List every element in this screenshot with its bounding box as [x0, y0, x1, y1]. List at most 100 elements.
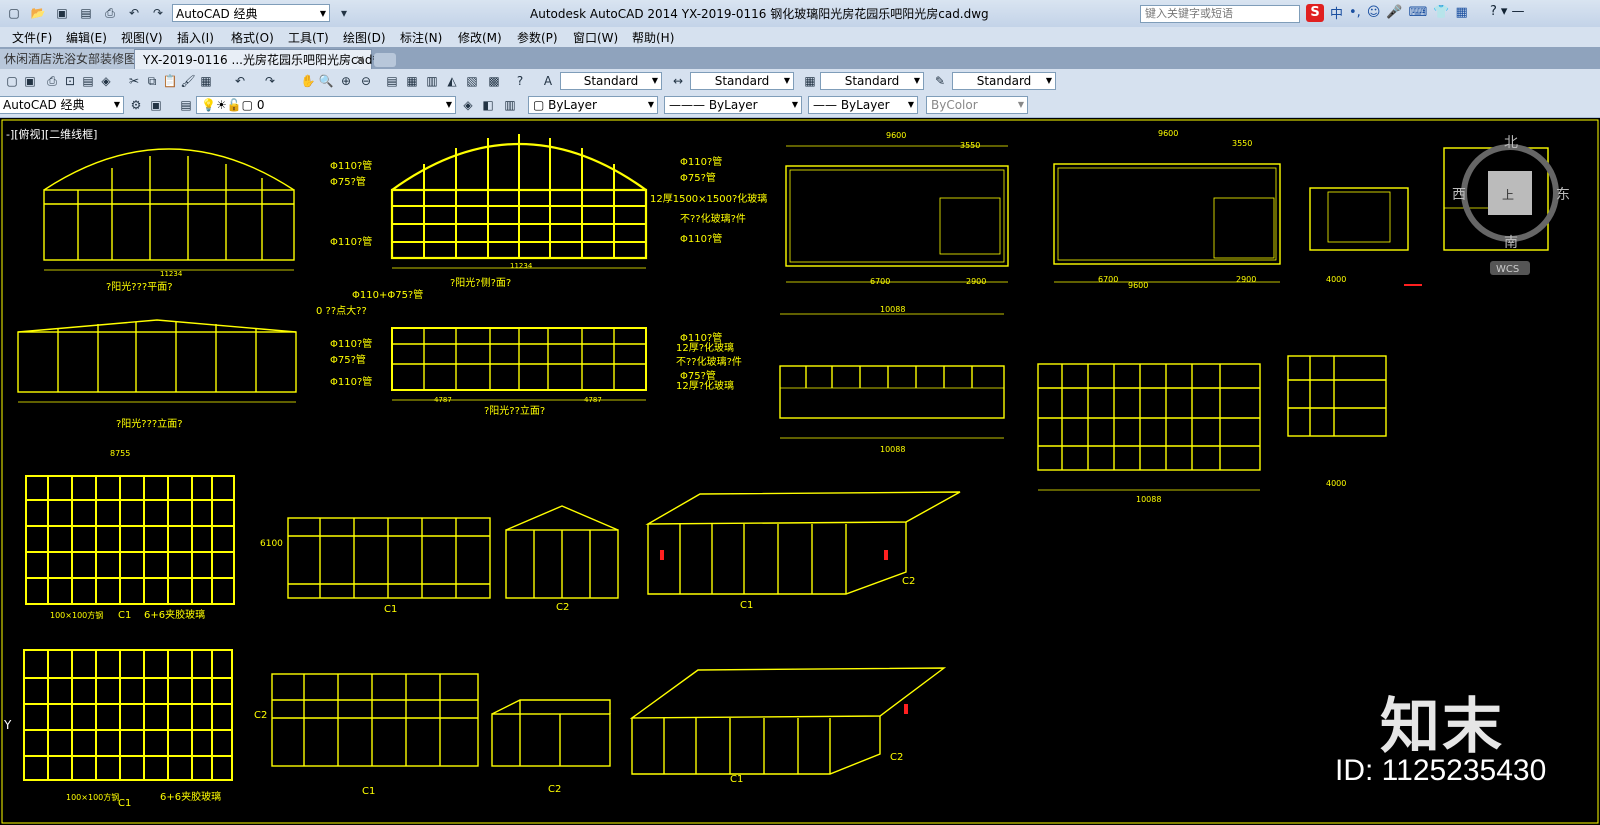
redo-icon[interactable]: ↷ [262, 73, 278, 89]
plot-preview-icon[interactable]: ⊡ [62, 73, 78, 89]
save-icon[interactable]: ▣ [22, 73, 38, 89]
text-style-dropdown[interactable]: Standard ▼ [560, 72, 662, 90]
drawing-canvas[interactable]: Φ110?管 Φ75?管 Φ110?管 Φ110?管 Φ75?管 12厚1500… [0, 118, 1600, 825]
close-icon[interactable]: ✕ [355, 50, 365, 70]
menu-help[interactable]: 帮助(H) [632, 29, 674, 46]
dim-style-dropdown[interactable]: Standard ▼ [690, 72, 794, 90]
tool-palettes-icon[interactable]: ▥ [424, 73, 440, 89]
paste-icon[interactable]: 📋 [162, 73, 178, 89]
table-style-icon: ▦ [804, 74, 816, 88]
tab-hotel-drawing[interactable]: 休闲酒店洗浴女部装修图 [0, 49, 136, 69]
skin-icon[interactable]: 👕 [1433, 5, 1449, 20]
menu-tools[interactable]: 工具(T) [288, 29, 329, 46]
print-icon[interactable]: ⎙ [44, 73, 60, 89]
dim-text: 9600 [1158, 129, 1178, 138]
title-text: 0 ??点大?? [316, 304, 367, 317]
design-center-icon[interactable]: ▦ [404, 73, 420, 89]
lineweight-dropdown[interactable]: —— ByLayer ▼ [808, 96, 918, 114]
menu-dimension[interactable]: 标注(N) [400, 29, 442, 46]
viewcube-top[interactable]: 上 [1502, 188, 1514, 202]
block-editor-icon[interactable]: ▦ [198, 73, 214, 89]
layer-previous-icon[interactable]: ◧ [480, 97, 496, 113]
note-text: 100×100方钢 [66, 792, 119, 802]
label-c2: C2 [254, 710, 267, 721]
workspace-dropdown[interactable]: AutoCAD 经典 ▼ [0, 96, 124, 114]
cut-icon[interactable]: ✂ [126, 73, 142, 89]
layer-properties-icon[interactable]: ▤ [178, 97, 194, 113]
minimize-icon[interactable]: — [1511, 4, 1524, 19]
make-current-layer-icon[interactable]: ◈ [460, 97, 476, 113]
red-mark [660, 550, 664, 560]
viewport-label[interactable]: -][俯视][二维线框] [6, 126, 97, 142]
new-icon[interactable]: ▢ [4, 3, 24, 23]
search-input[interactable]: 键入关键字或短语 [1140, 5, 1300, 23]
match-properties-icon[interactable]: 🖌 [180, 73, 196, 89]
multileader-style-icon: ✎ [934, 74, 946, 88]
zoom-realtime-icon[interactable]: 🔍 [318, 73, 334, 89]
menu-view[interactable]: 视图(V) [121, 29, 163, 46]
markup-icon[interactable]: ▧ [464, 73, 480, 89]
pan-icon[interactable]: ✋ [300, 73, 316, 89]
layer-value: 0 [256, 98, 265, 112]
publish-icon[interactable]: ▤ [80, 73, 96, 89]
workspace-dropdown[interactable]: AutoCAD 经典 ▼ [172, 4, 330, 22]
dim-text: 10088 [880, 305, 905, 314]
tools-icon[interactable]: ▦ [1456, 5, 1468, 20]
label-c2: C2 [556, 602, 569, 613]
dim-text: 6100 [260, 539, 283, 549]
table-style-dropdown[interactable]: Standard ▼ [820, 72, 924, 90]
help-dropdown-icon[interactable]: ▾ [1501, 4, 1508, 19]
new-tab-button[interactable] [374, 53, 396, 67]
layer-dropdown[interactable]: 💡☀🔓▢ 0 ▼ [196, 96, 456, 114]
sheet-set-icon[interactable]: ◭ [444, 73, 460, 89]
help-icon[interactable]: ? [1490, 4, 1497, 19]
workspace-settings-icon[interactable]: ⚙ [128, 97, 144, 113]
layer-state-icon[interactable]: ▥ [502, 97, 518, 113]
open-icon[interactable]: 📂 [28, 3, 48, 23]
help-icon[interactable]: ? [512, 73, 528, 89]
menu-format[interactable]: 格式(O) [231, 29, 274, 46]
sogou-icon[interactable]: S [1306, 3, 1324, 22]
undo-icon[interactable]: ↶ [232, 73, 248, 89]
emoji-icon[interactable]: ☺ [1367, 5, 1381, 20]
wcs-menu[interactable]: WCS [1496, 264, 1519, 275]
dim-text: 2900 [966, 277, 986, 286]
viewcube-west[interactable]: 西 [1452, 187, 1466, 203]
viewcube-south[interactable]: 南 [1504, 235, 1518, 251]
punctuation-icon[interactable]: •, [1349, 5, 1361, 20]
keyboard-icon[interactable]: ⌨ [1409, 5, 1428, 20]
workspace-lock-icon[interactable]: ▣ [148, 97, 164, 113]
redo-icon[interactable]: ↷ [148, 3, 168, 23]
zoom-previous-icon[interactable]: ⊖ [358, 73, 374, 89]
sunroom-front-c1-2 [271, 673, 479, 767]
print-icon[interactable]: ⎙ [100, 3, 120, 23]
menu-file[interactable]: 文件(F) [12, 29, 52, 46]
menu-parametric[interactable]: 参数(P) [517, 29, 558, 46]
color-dropdown[interactable]: ▢ ByLayer ▼ [528, 96, 658, 114]
menu-modify[interactable]: 修改(M) [458, 29, 502, 46]
undo-icon[interactable]: ↶ [124, 3, 144, 23]
customize-icon[interactable]: ▾ [334, 3, 354, 23]
quickcalc-icon[interactable]: ▩ [486, 73, 502, 89]
menu-edit[interactable]: 编辑(E) [66, 29, 107, 46]
zoom-window-icon[interactable]: ⊕ [338, 73, 354, 89]
menu-insert[interactable]: 插入(I) [177, 29, 214, 46]
menu-window[interactable]: 窗口(W) [573, 29, 618, 46]
plotstyle-dropdown[interactable]: ByColor ▼ [926, 96, 1028, 114]
viewcube-north[interactable]: 北 [1504, 135, 1518, 151]
menu-draw[interactable]: 绘图(D) [343, 29, 386, 46]
tab-sunroom-drawing[interactable]: YX-2019-0116 ...光房花园乐吧阳光房cad* ✕ [134, 49, 379, 70]
viewcube-east[interactable]: 东 [1556, 187, 1570, 203]
3d-print-icon[interactable]: ◈ [98, 73, 114, 89]
multileader-style-dropdown[interactable]: Standard ▼ [952, 72, 1056, 90]
linetype-dropdown[interactable]: ——— ByLayer ▼ [664, 96, 802, 114]
watermark-id: ID: 1125235430 [1335, 754, 1547, 787]
chinese-mode-icon[interactable]: 中 [1330, 3, 1343, 22]
viewcube[interactable]: 北 南 东 西 上 WCS [1450, 133, 1570, 283]
new-icon[interactable]: ▢ [4, 73, 20, 89]
copy-icon[interactable]: ⧉ [144, 73, 160, 89]
save-icon[interactable]: ▣ [52, 3, 72, 23]
properties-icon[interactable]: ▤ [384, 73, 400, 89]
saveas-icon[interactable]: ▤ [76, 3, 96, 23]
mic-icon[interactable]: 🎤 [1386, 5, 1402, 20]
